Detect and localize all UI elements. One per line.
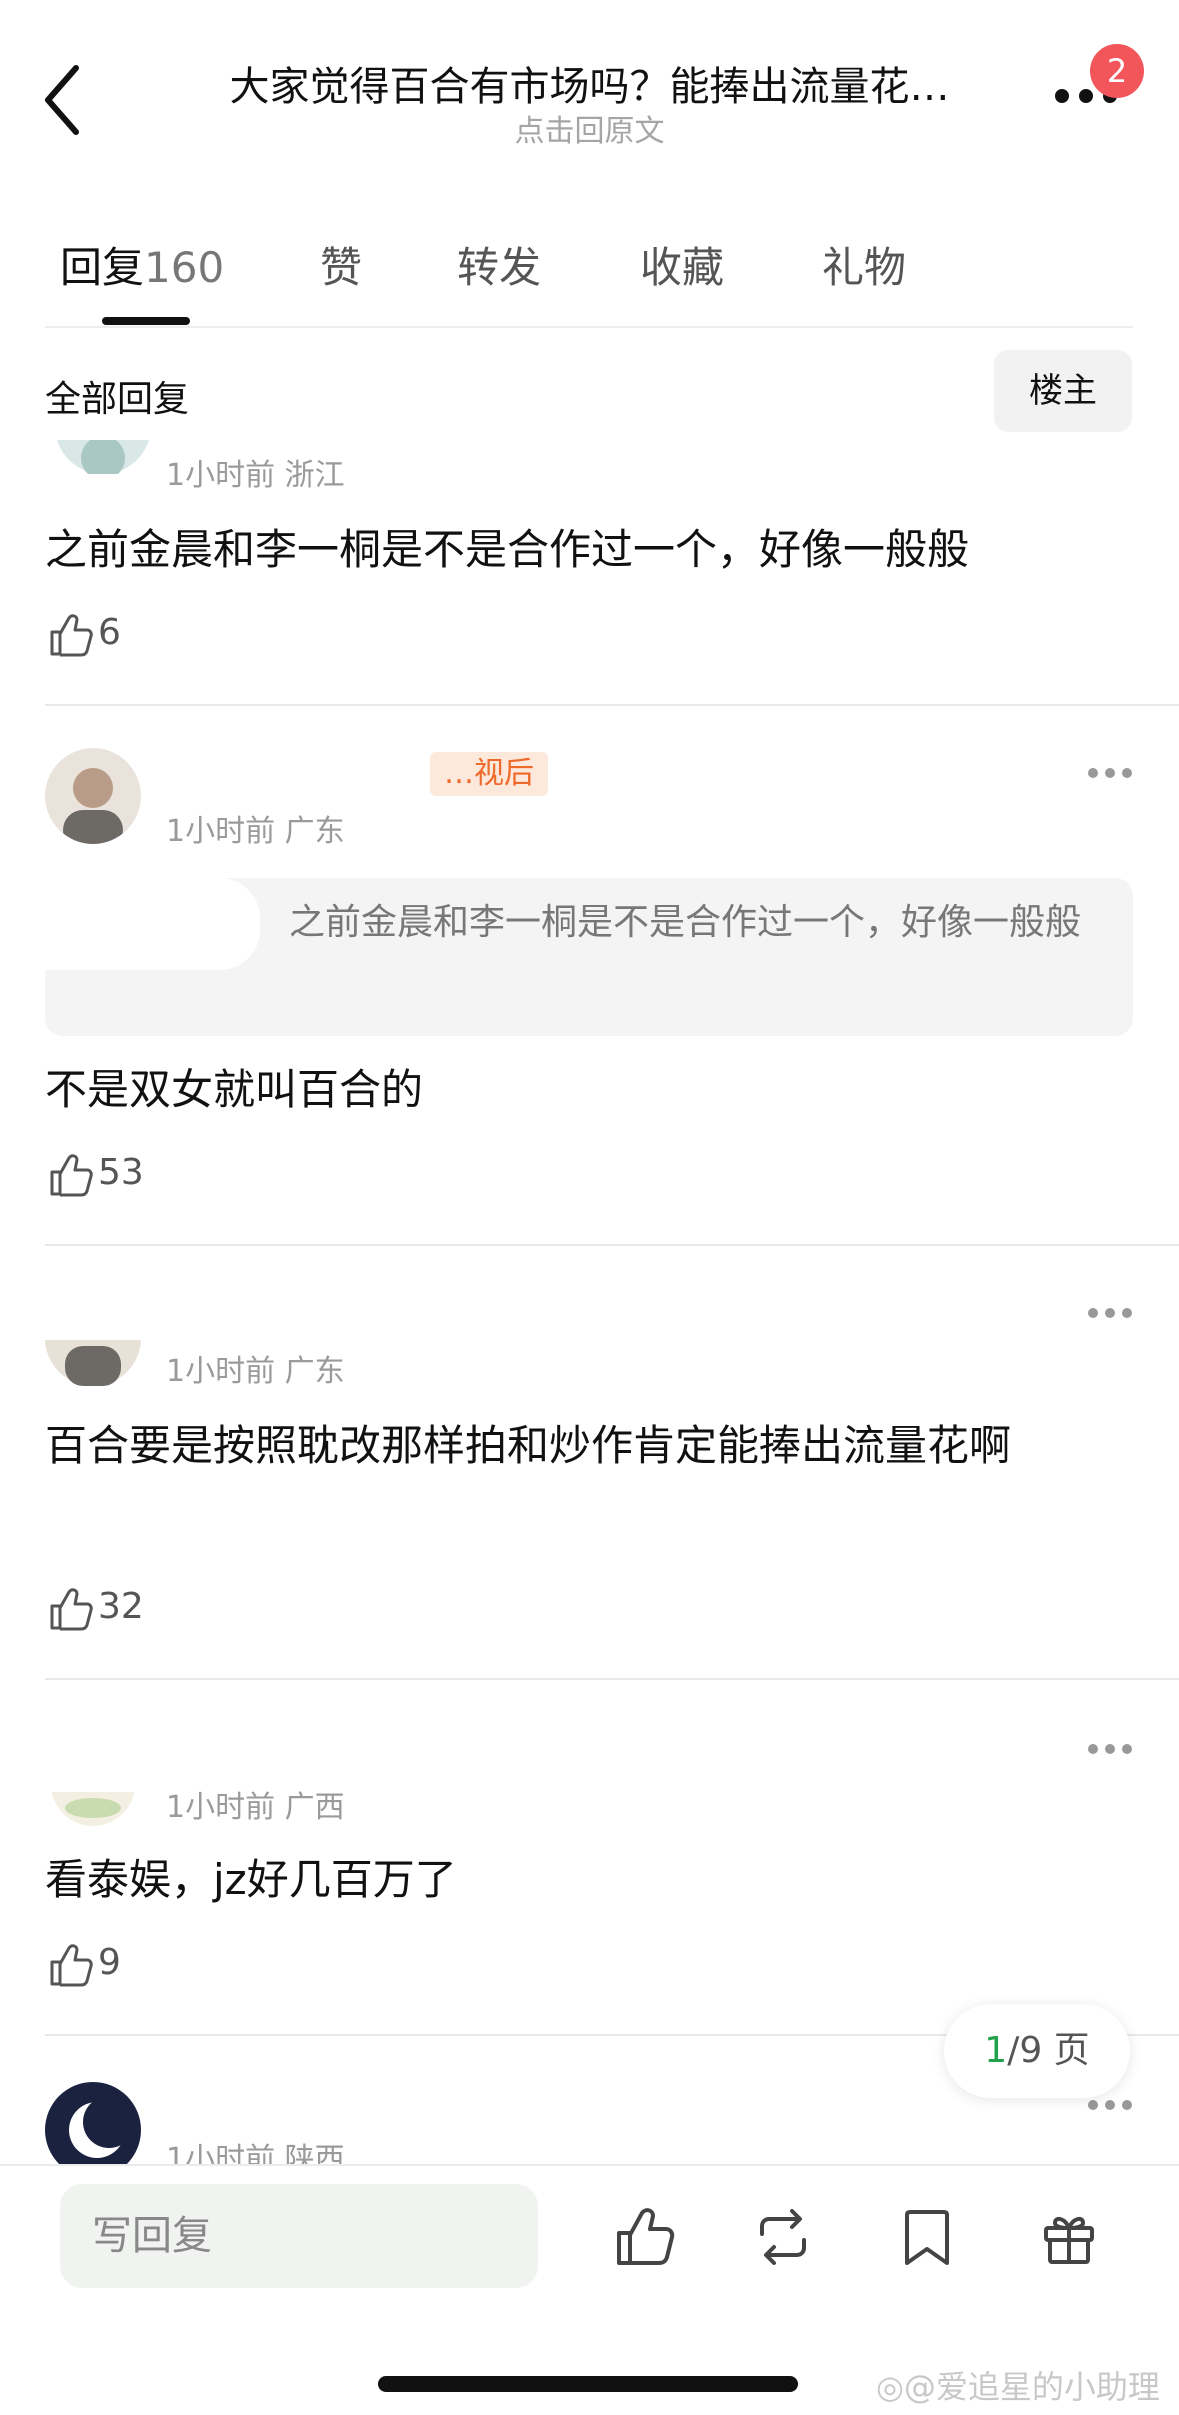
gift-icon[interactable] <box>1038 2206 1100 2268</box>
like-count: 53 <box>98 1152 144 1193</box>
avatar[interactable] <box>45 2082 141 2164</box>
comment-text: 看泰娱，jz好几百万了 <box>45 1855 457 1904</box>
tab-likes[interactable]: 赞 <box>320 234 362 295</box>
page-indicator[interactable]: 1/9 页 <box>944 2004 1130 2098</box>
notification-badge: 2 <box>1090 44 1144 98</box>
tab-favorites[interactable]: 收藏 <box>640 234 724 295</box>
like-count: 9 <box>98 1942 121 1983</box>
comment-more-icon[interactable] <box>1086 1742 1134 1756</box>
home-indicator <box>378 2376 798 2392</box>
comment-meta: 1小时前 广东 <box>166 814 345 849</box>
comment-meta: 1小时前 广西 <box>166 1790 345 1825</box>
user-tag-badge: …视后 <box>430 752 548 796</box>
quoted-text: 之前金晨和李一桐是不是合作过一个，好像一般般 <box>289 902 1082 943</box>
comment-more-icon[interactable] <box>1086 2098 1134 2112</box>
avatar[interactable] <box>45 748 141 844</box>
reply-input[interactable]: 写回复 <box>60 2184 538 2288</box>
forward-icon[interactable] <box>752 2206 814 2268</box>
divider <box>45 1678 1179 1680</box>
divider <box>45 1244 1179 1246</box>
weibo-icon: ◎ <box>876 2368 904 2406</box>
divider <box>45 326 1133 328</box>
avatar[interactable] <box>45 1740 141 1836</box>
divider <box>45 704 1179 706</box>
back-to-original-link[interactable]: 点击回原文 <box>0 106 1179 150</box>
comment-more-icon[interactable] <box>1086 1306 1134 1320</box>
username-redacted <box>150 746 450 806</box>
like-icon[interactable] <box>48 612 94 658</box>
tab-replies-count: 160 <box>144 243 225 292</box>
comment-text: 之前金晨和李一桐是不是合作过一个，好像一般般 <box>45 525 970 574</box>
comment-text: 不是双女就叫百合的 <box>45 1065 424 1114</box>
comment-more-icon[interactable] <box>1086 766 1134 780</box>
comment-meta: 1小时前 浙江 <box>166 458 345 493</box>
bookmark-icon[interactable] <box>896 2206 958 2268</box>
comment-meta: 1小时前 广东 <box>166 1354 345 1389</box>
post-title[interactable]: 大家觉得百合有市场吗？能捧出流量花… <box>0 54 1179 112</box>
tab-replies-label: 回复 <box>60 243 145 292</box>
like-icon[interactable] <box>614 2206 676 2268</box>
avatar[interactable] <box>55 440 151 474</box>
tab-gifts[interactable]: 礼物 <box>822 234 906 295</box>
like-icon[interactable] <box>48 1586 94 1632</box>
page-total: /9 页 <box>1007 2030 1090 2071</box>
avatar[interactable] <box>45 1290 141 1386</box>
comment-text: 百合要是按照耽改那样拍和炒作肯定能捧出流量花啊 <box>45 1421 1012 1470</box>
tab-active-indicator <box>102 317 190 325</box>
like-icon[interactable] <box>48 1942 94 1988</box>
comment-meta: 1小时前 陕西 <box>166 2142 345 2164</box>
tab-replies[interactable]: 回复160 <box>60 234 224 295</box>
quoted-author-redacted <box>30 878 260 970</box>
op-only-button[interactable]: 楼主 <box>994 350 1132 432</box>
page-current: 1 <box>984 2030 1008 2071</box>
like-icon[interactable] <box>48 1152 94 1198</box>
watermark: ◎@爱追星的小助理 <box>876 2362 1160 2408</box>
tab-reposts[interactable]: 转发 <box>457 234 541 295</box>
like-count: 32 <box>98 1586 144 1627</box>
like-count: 6 <box>98 612 121 653</box>
all-replies-label: 全部回复 <box>45 379 190 420</box>
watermark-text: @爱追星的小助理 <box>903 2368 1160 2406</box>
